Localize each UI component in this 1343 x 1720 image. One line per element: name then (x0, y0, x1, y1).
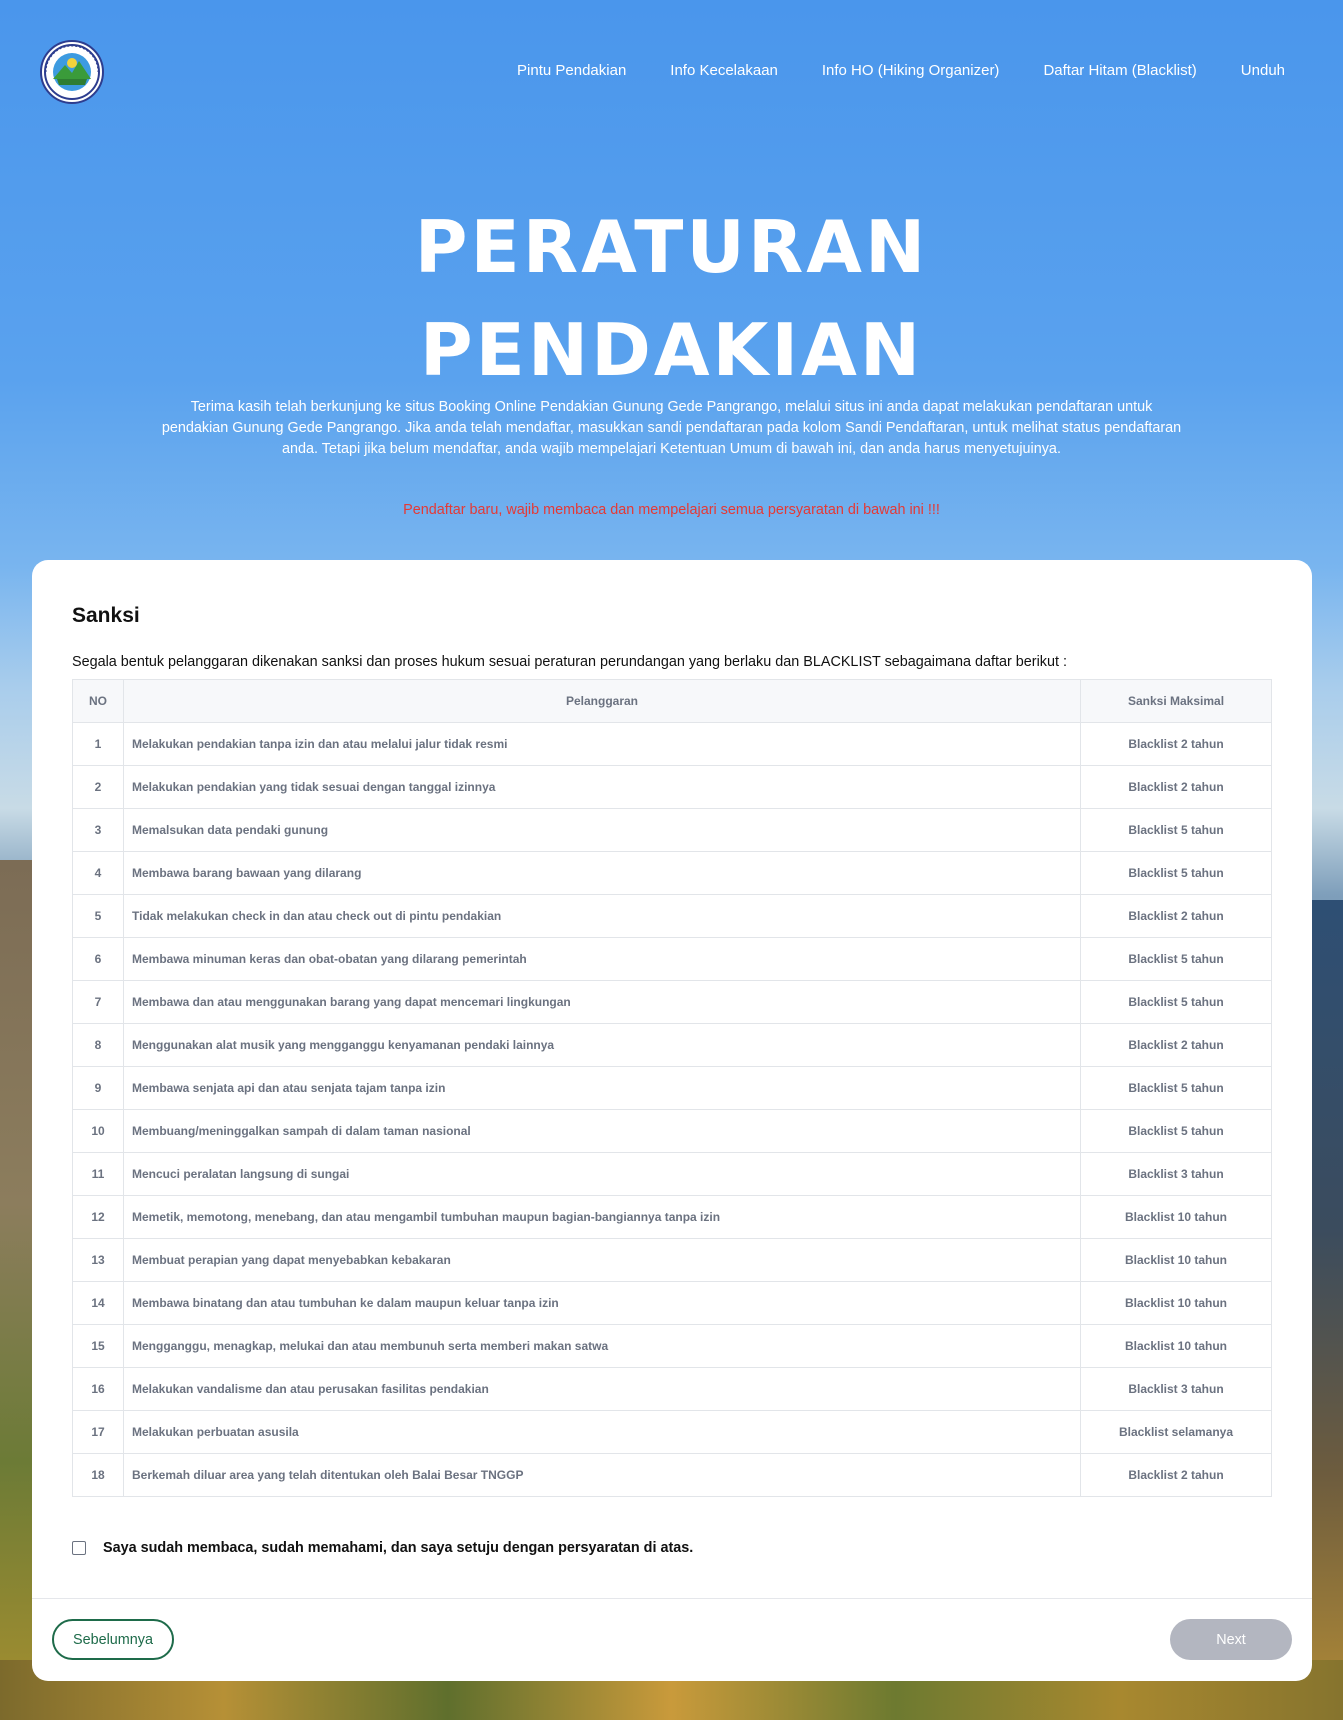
row-violation: Membawa dan atau menggunakan barang yang… (123, 980, 1081, 1024)
row-sanction: Blacklist 10 tahun (1080, 1281, 1272, 1325)
row-violation: Membawa minuman keras dan obat-obatan ya… (123, 937, 1081, 981)
agreement-label[interactable]: Saya sudah membaca, sudah memahami, dan … (103, 1540, 693, 1556)
row-sanction: Blacklist 10 tahun (1080, 1238, 1272, 1282)
row-sanction: Blacklist 5 tahun (1080, 980, 1272, 1024)
row-number: 7 (72, 980, 124, 1024)
row-number: 4 (72, 851, 124, 895)
row-number: 1 (72, 722, 124, 766)
row-number: 18 (72, 1453, 124, 1497)
warning-text: Pendaftar baru, wajib membaca dan mempel… (403, 502, 940, 518)
row-violation: Mencuci peralatan langsung di sungai (123, 1152, 1081, 1196)
table-row: 9 Membawa senjata api dan atau senjata ta… (72, 1066, 1272, 1110)
row-sanction: Blacklist 3 tahun (1080, 1367, 1272, 1411)
row-violation: Membuat perapian yang dapat menyebabkan … (123, 1238, 1081, 1282)
table-row: 8 Menggunakan alat musik yang mengganggu … (72, 1023, 1272, 1067)
table-row: 5 Tidak melakukan check in dan atau check… (72, 894, 1272, 938)
row-sanction: Blacklist 5 tahun (1080, 1066, 1272, 1110)
table-row: 10 Membuang/meninggalkan sampah di dalam … (72, 1109, 1272, 1153)
column-header-no: NO (72, 679, 124, 723)
row-violation: Tidak melakukan check in dan atau check … (123, 894, 1081, 938)
row-sanction: Blacklist 5 tahun (1080, 937, 1272, 981)
table-row: 3 Memalsukan data pendaki gunung Blacklist… (72, 808, 1272, 852)
row-violation: Berkemah diluar area yang telah ditentuk… (123, 1453, 1081, 1497)
table-row: 11 Mencuci peralatan langsung di sungai Bl… (72, 1152, 1272, 1196)
table-row: 1 Melakukan pendakian tanpa izin dan atau… (72, 722, 1272, 766)
row-number: 5 (72, 894, 124, 938)
row-violation: Membawa binatang dan atau tumbuhan ke da… (123, 1281, 1081, 1325)
row-sanction: Blacklist 2 tahun (1080, 894, 1272, 938)
row-sanction: Blacklist 5 tahun (1080, 1109, 1272, 1153)
row-number: 9 (72, 1066, 124, 1110)
row-violation: Membawa barang bawaan yang dilarang (123, 851, 1081, 895)
intro-text: Terima kasih telah berkunjung ke situs B… (161, 399, 1182, 457)
nav-item-info-kecelakaan[interactable]: Info Kecelakaan (670, 62, 778, 79)
table-row: 12 Memetik, memotong, menebang, dan atau … (72, 1195, 1272, 1239)
park-logo[interactable] (40, 40, 104, 104)
nav-item-unduh[interactable]: Unduh (1241, 62, 1285, 79)
row-violation: Memetik, memotong, menebang, dan atau me… (123, 1195, 1081, 1239)
table-row: 7 Membawa dan atau menggunakan barang yan… (72, 980, 1272, 1024)
row-sanction: Blacklist selamanya (1080, 1410, 1272, 1454)
row-number: 8 (72, 1023, 124, 1067)
row-violation: Melakukan perbuatan asusila (123, 1410, 1081, 1454)
row-number: 11 (72, 1152, 124, 1196)
row-violation: Melakukan vandalisme dan atau perusakan … (123, 1367, 1081, 1411)
row-number: 14 (72, 1281, 124, 1325)
row-number: 3 (72, 808, 124, 852)
section-title: Sanksi (72, 604, 140, 627)
row-number: 15 (72, 1324, 124, 1368)
row-sanction: Blacklist 2 tahun (1080, 1453, 1272, 1497)
nav-item-info-ho[interactable]: Info HO (Hiking Organizer) (822, 62, 1000, 79)
table-row: 13 Membuat perapian yang dapat menyebabka… (72, 1238, 1272, 1282)
row-sanction: Blacklist 5 tahun (1080, 808, 1272, 852)
column-header-sanksi: Sanksi Maksimal (1080, 679, 1272, 723)
row-violation: Membuang/meninggalkan sampah di dalam ta… (123, 1109, 1081, 1153)
row-number: 13 (72, 1238, 124, 1282)
table-row: 6 Membawa minuman keras dan obat-obatan y… (72, 937, 1272, 981)
table-row: 18 Berkemah diluar area yang telah ditent… (72, 1453, 1272, 1497)
seal-icon (44, 44, 100, 100)
row-violation: Melakukan pendakian tanpa izin dan atau … (123, 722, 1081, 766)
page-title-line-2: PENDAKIAN (419, 308, 924, 392)
row-sanction: Blacklist 2 tahun (1080, 765, 1272, 809)
row-sanction: Blacklist 5 tahun (1080, 851, 1272, 895)
row-violation: Melakukan pendakian yang tidak sesuai de… (123, 765, 1081, 809)
table-body: 1 Melakukan pendakian tanpa izin dan atau… (72, 722, 1272, 1497)
table-row: 14 Membawa binatang dan atau tumbuhan ke … (72, 1281, 1272, 1325)
row-number: 6 (72, 937, 124, 981)
table-row: 17 Melakukan perbuatan asusila Blacklist s… (72, 1410, 1272, 1454)
row-sanction: Blacklist 2 tahun (1080, 1023, 1272, 1067)
row-violation: Mengganggu, menagkap, melukai dan atau m… (123, 1324, 1081, 1368)
row-violation: Memalsukan data pendaki gunung (123, 808, 1081, 852)
next-button: Next (1170, 1619, 1292, 1660)
row-violation: Membawa senjata api dan atau senjata taj… (123, 1066, 1081, 1110)
table-row: 4 Membawa barang bawaan yang dilarang Blac… (72, 851, 1272, 895)
row-sanction: Blacklist 10 tahun (1080, 1324, 1272, 1368)
previous-button[interactable]: Sebelumnya (52, 1619, 174, 1660)
row-number: 12 (72, 1195, 124, 1239)
column-header-pelanggaran: Pelanggaran (123, 679, 1081, 723)
nav-item-pintu-pendakian[interactable]: Pintu Pendakian (517, 62, 626, 79)
main-nav: Pintu Pendakian Info Kecelakaan Info HO … (473, 62, 1285, 79)
row-number: 10 (72, 1109, 124, 1153)
footer-divider (32, 1598, 1312, 1599)
sanctions-table: NO Pelanggaran Sanksi Maksimal 1 Melakuka… (72, 679, 1272, 1497)
table-row: 15 Mengganggu, menagkap, melukai dan atau… (72, 1324, 1272, 1368)
page-title-line-1: PERATURAN (414, 205, 929, 289)
row-violation: Menggunakan alat musik yang mengganggu k… (123, 1023, 1081, 1067)
rules-card: Sanksi Segala bentuk pelanggaran dikenak… (32, 560, 1312, 1681)
section-description: Segala bentuk pelanggaran dikenakan sank… (72, 654, 1067, 670)
row-sanction: Blacklist 3 tahun (1080, 1152, 1272, 1196)
row-number: 17 (72, 1410, 124, 1454)
row-sanction: Blacklist 10 tahun (1080, 1195, 1272, 1239)
table-row: 2 Melakukan pendakian yang tidak sesuai d… (72, 765, 1272, 809)
row-number: 16 (72, 1367, 124, 1411)
nav-item-daftar-hitam[interactable]: Daftar Hitam (Blacklist) (1043, 62, 1196, 79)
row-number: 2 (72, 765, 124, 809)
table-row: 16 Melakukan vandalisme dan atau perusaka… (72, 1367, 1272, 1411)
agreement-row: Saya sudah membaca, sudah memahami, dan … (72, 1540, 693, 1556)
agreement-checkbox[interactable] (72, 1541, 86, 1555)
table-header-row: NO Pelanggaran Sanksi Maksimal (72, 679, 1272, 723)
row-sanction: Blacklist 2 tahun (1080, 722, 1272, 766)
